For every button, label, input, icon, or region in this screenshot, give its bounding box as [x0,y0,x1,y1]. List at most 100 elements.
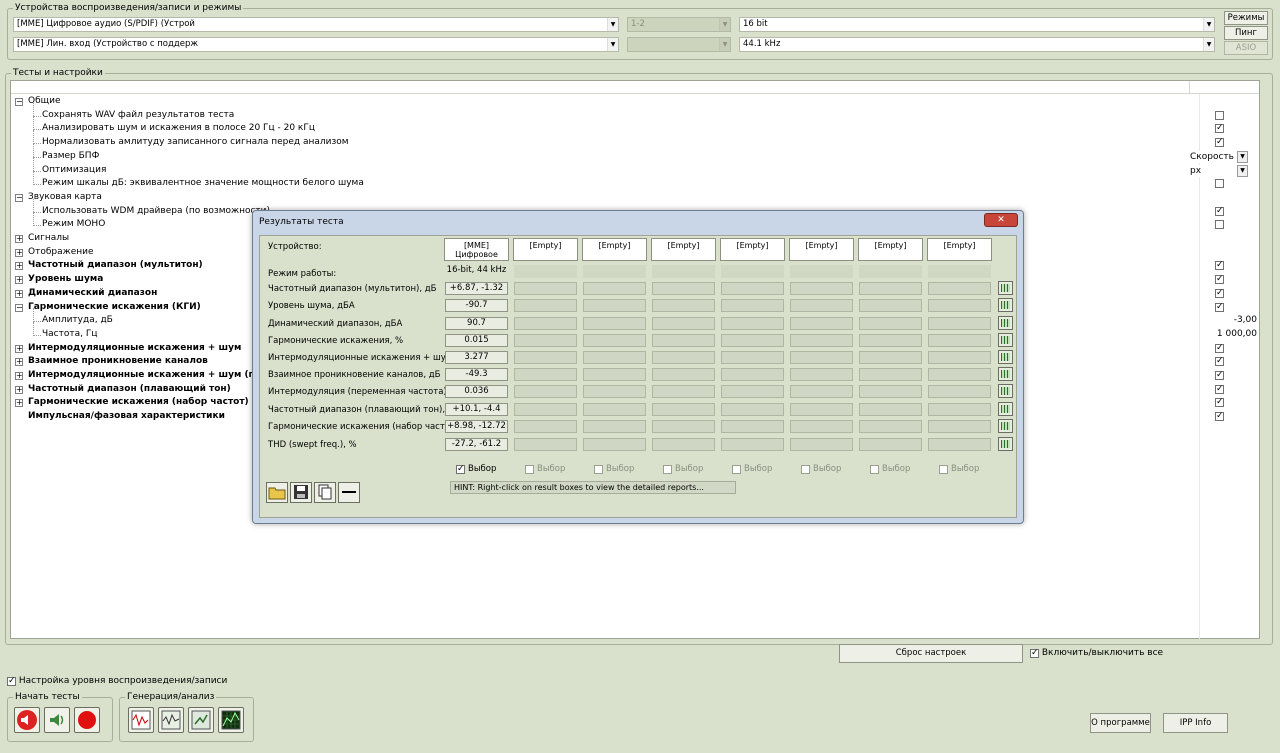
select-checkbox[interactable]: Выбор [525,464,565,475]
report-grid-icon[interactable] [998,316,1013,330]
checkbox[interactable]: ✓ [1215,288,1224,298]
result-box[interactable] [514,403,577,416]
result-box[interactable] [583,317,646,330]
result-box[interactable] [652,368,715,381]
tree-row[interactable]: Анализировать шум и искажения в полосе 2… [11,116,1259,136]
checkbox[interactable]: ✓ [1215,275,1224,285]
result-box[interactable] [928,351,991,364]
expand-icon[interactable]: + [15,344,23,353]
level-setup-checkbox[interactable]: ✓ Настройка уровня воспроизведения/запис… [7,676,227,687]
checkbox[interactable]: ✓ [1215,206,1224,216]
tree-select[interactable]: px ▼ [1190,164,1248,177]
tree-row[interactable]: − Общие [11,95,1259,109]
reset-settings-button[interactable]: Сброс настроек [839,644,1023,663]
result-box[interactable] [790,282,853,295]
result-box[interactable] [928,368,991,381]
expand-icon[interactable]: + [15,372,23,380]
result-box[interactable] [652,385,715,398]
result-box[interactable] [514,299,577,312]
open-folder-icon[interactable] [266,482,288,503]
result-box[interactable]: 0.015 [445,334,508,347]
result-box[interactable] [721,420,784,433]
result-box[interactable] [514,438,577,451]
result-box[interactable] [928,334,991,347]
device-column[interactable]: [Empty] [513,238,578,261]
expand-icon[interactable]: + [15,399,23,408]
ipp-info-button[interactable]: IPP Info [1163,713,1228,733]
asio-button[interactable]: ASIO [1224,41,1268,55]
result-box[interactable] [514,282,577,295]
result-box[interactable] [514,368,577,381]
modes-button[interactable]: Режимы [1224,11,1268,25]
checkbox[interactable]: ✓ [1215,357,1224,367]
result-box[interactable] [583,334,646,347]
result-box[interactable] [583,403,646,416]
expand-icon[interactable]: + [15,235,23,243]
result-box[interactable] [583,385,646,398]
waveform-icon[interactable] [128,707,154,733]
tree-value[interactable]: -3,00 [1234,314,1257,327]
checkbox[interactable] [1215,220,1224,230]
dialog-titlebar[interactable]: Результаты теста [253,211,1023,233]
result-box[interactable] [583,299,646,312]
select-checkbox[interactable]: ✓ Выбор [456,464,496,475]
result-box[interactable] [583,368,646,381]
device-column[interactable]: [Empty] [858,238,923,261]
result-box[interactable]: -90.7 [445,299,508,312]
device-column[interactable]: [Empty] [651,238,716,261]
result-box[interactable] [652,438,715,451]
device-column[interactable]: [Empty] [927,238,992,261]
expand-icon[interactable]: + [15,248,23,257]
result-box[interactable] [859,420,922,433]
tree-value[interactable]: 1 000,00 [1217,328,1257,341]
report-grid-icon[interactable] [998,384,1013,398]
device-column[interactable]: [Empty] [582,238,647,261]
tree-select[interactable]: Скорость ▼ [1190,150,1248,163]
result-box[interactable] [859,438,922,451]
record-icon[interactable] [74,707,100,733]
result-box[interactable] [790,438,853,451]
expand-icon[interactable]: + [15,262,23,271]
result-box[interactable] [652,334,715,347]
result-box[interactable] [514,334,577,347]
result-box[interactable] [652,299,715,312]
result-box[interactable]: 3.277 [445,351,508,364]
result-box[interactable] [514,351,577,364]
result-box[interactable] [859,368,922,381]
select-checkbox[interactable]: Выбор [939,464,979,475]
signal-icon[interactable] [158,707,184,733]
result-box[interactable]: +8.98, -12.72 [445,420,508,433]
report-grid-icon[interactable] [998,298,1013,312]
minus-icon[interactable] [338,482,360,503]
channels-select[interactable]: 1-2 ▼ [627,17,731,32]
result-box[interactable] [859,282,922,295]
result-box[interactable]: +6.87, -1.32 [445,282,508,295]
result-box[interactable] [721,351,784,364]
copy-icon[interactable] [314,482,336,503]
checkbox[interactable]: ✓ [1215,261,1224,271]
select-checkbox[interactable]: Выбор [732,464,772,475]
tree-row[interactable]: Сохранять WAV файл результатов теста [11,102,1259,123]
result-box[interactable] [583,282,646,295]
expand-icon[interactable]: + [15,289,23,298]
result-box[interactable] [652,420,715,433]
result-box[interactable] [928,299,991,312]
result-box[interactable] [583,438,646,451]
report-grid-icon[interactable] [998,419,1013,433]
collapse-icon[interactable]: − [15,98,23,106]
expand-icon[interactable]: + [15,358,23,367]
expand-icon[interactable]: + [15,385,23,394]
result-box[interactable] [928,317,991,330]
expand-icon[interactable]: + [15,276,23,285]
checkbox[interactable]: ✓ [1215,412,1224,422]
result-box[interactable] [721,282,784,295]
result-box[interactable] [859,351,922,364]
report-grid-icon[interactable] [998,402,1013,416]
analysis-icon[interactable] [188,707,214,733]
device-column[interactable]: [Empty] [720,238,785,261]
record-level-icon[interactable] [44,707,70,733]
tree-row[interactable]: Размер БПФ Скорость ▼ [11,143,1259,164]
collapse-icon[interactable]: − [15,193,23,202]
result-box[interactable] [721,299,784,312]
result-box[interactable] [721,438,784,451]
